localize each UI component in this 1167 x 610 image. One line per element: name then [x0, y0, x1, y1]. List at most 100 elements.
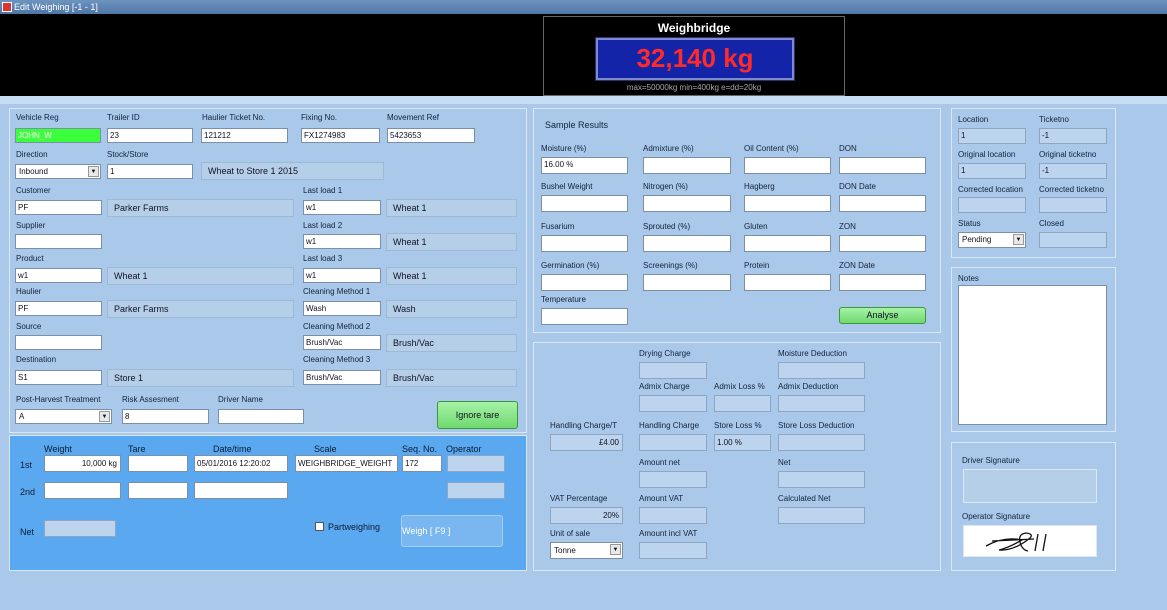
amount-vat-field	[639, 507, 707, 524]
weighbridge-value: 32,140 kg	[636, 43, 754, 73]
trailer-id-input[interactable]: 23	[107, 128, 193, 143]
unit-of-sale-select[interactable]: Tonne ▼	[550, 542, 623, 559]
nitrogen-label: Nitrogen (%)	[643, 182, 688, 191]
clean3-input[interactable]: Brush/Vac	[303, 370, 381, 385]
last-load3-input[interactable]: w1	[303, 268, 381, 283]
don-date-input[interactable]	[839, 195, 926, 212]
weighbridge-spec: max=50000kg min=400kg e=dd=20kg	[626, 83, 762, 92]
hagberg-input[interactable]	[744, 195, 831, 212]
admix-loss-label: Admix Loss %	[714, 382, 765, 391]
source-input[interactable]	[15, 335, 102, 350]
weigh-button[interactable]: Weigh [ F9 ]	[401, 515, 503, 547]
amount-incl-vat-field	[639, 542, 707, 559]
first-operator-field	[447, 455, 505, 472]
customer-input[interactable]: PF	[15, 200, 102, 215]
driver-name-input[interactable]	[218, 409, 304, 424]
sprouted-input[interactable]	[643, 235, 731, 252]
nitrogen-input[interactable]	[643, 195, 731, 212]
status-select[interactable]: Pending ▼	[958, 232, 1026, 248]
germination-input[interactable]	[541, 274, 628, 291]
temperature-input[interactable]	[541, 308, 628, 325]
haulier-input[interactable]: PF	[15, 301, 102, 316]
temperature-label: Temperature	[541, 295, 586, 304]
separator-bar	[0, 96, 1167, 104]
zon-label: ZON	[839, 222, 856, 231]
zon-input[interactable]	[839, 235, 926, 252]
last-load2-label: Last load 2	[303, 221, 343, 230]
don-input[interactable]	[839, 157, 926, 174]
last-load2-input[interactable]: w1	[303, 234, 381, 249]
notes-textarea[interactable]	[958, 285, 1107, 425]
bushel-weight-input[interactable]	[541, 195, 628, 212]
second-weight-field[interactable]	[44, 482, 121, 499]
chevron-down-icon[interactable]: ▼	[99, 411, 110, 422]
datetime-header: Date/time	[213, 444, 252, 454]
admixture-input[interactable]	[643, 157, 731, 174]
status-value: Pending	[962, 235, 992, 244]
pht-label: Post-Harvest Treatment	[16, 395, 101, 404]
handling-charge-field	[639, 434, 707, 451]
first-scale-field[interactable]: WEIGHBRIDGE_WEIGHT	[295, 455, 398, 472]
original-ticketno-field: -1	[1039, 163, 1107, 179]
admixture-label: Admixture (%)	[643, 144, 694, 153]
net-weight-field	[44, 520, 116, 537]
last-load3-desc: Wheat 1	[386, 267, 517, 285]
first-weight-field[interactable]: 10,000 kg	[44, 455, 121, 472]
partweighing-checkbox[interactable]	[315, 522, 324, 531]
clean1-input[interactable]: Wash	[303, 301, 381, 316]
moisture-input[interactable]: 16.00 %	[541, 157, 628, 174]
ticketno-field: -1	[1039, 128, 1107, 144]
germination-label: Germination (%)	[541, 261, 600, 270]
second-datetime-field[interactable]	[194, 482, 288, 499]
chevron-down-icon[interactable]: ▼	[88, 166, 99, 177]
vehicle-reg-input[interactable]: JOHN_W	[15, 128, 101, 143]
haulier-ticket-label: Haulier Ticket No.	[202, 113, 266, 122]
direction-select[interactable]: Inbound ▼	[15, 164, 101, 179]
first-tare-field[interactable]	[128, 455, 188, 472]
haulier-ticket-input[interactable]: 121212	[201, 128, 288, 143]
window-title: Edit Weighing [-1 - 1]	[14, 2, 98, 12]
screenings-label: Screenings (%)	[643, 261, 698, 270]
destination-input[interactable]: S1	[15, 370, 102, 385]
last-load1-input[interactable]: w1	[303, 200, 381, 215]
movement-ref-label: Movement Ref	[387, 113, 440, 122]
zon-date-input[interactable]	[839, 274, 926, 291]
first-seq-field[interactable]: 172	[402, 455, 442, 472]
second-operator-field	[447, 482, 505, 499]
unit-of-sale-value: Tonne	[554, 546, 576, 555]
product-label: Product	[16, 254, 44, 263]
fixing-no-input[interactable]: FX1274983	[301, 128, 380, 143]
driver-signature-box[interactable]	[963, 469, 1097, 503]
corrected-location-field	[958, 197, 1026, 213]
clean2-input[interactable]: Brush/Vac	[303, 335, 381, 350]
product-input[interactable]: w1	[15, 268, 102, 283]
screenings-input[interactable]	[643, 274, 731, 291]
stock-store-input[interactable]: 1	[107, 164, 193, 179]
moisture-label: Moisture (%)	[541, 144, 587, 153]
supplier-input[interactable]	[15, 234, 102, 249]
don-label: DON	[839, 144, 857, 153]
movement-ref-input[interactable]: 5423653	[387, 128, 475, 143]
clean2-label: Cleaning Method 2	[303, 322, 371, 331]
analyse-button[interactable]: Analyse	[839, 307, 926, 324]
moisture-deduction-field	[778, 362, 865, 379]
first-datetime-field[interactable]: 05/01/2016 12:20:02	[194, 455, 288, 472]
window-titlebar: Edit Weighing [-1 - 1]	[0, 0, 1167, 14]
risk-input[interactable]: 8	[122, 409, 209, 424]
second-tare-field[interactable]	[128, 482, 188, 499]
fusarium-input[interactable]	[541, 235, 628, 252]
protein-label: Protein	[744, 261, 770, 270]
original-ticketno-label: Original ticketno	[1039, 150, 1097, 159]
chevron-down-icon[interactable]: ▼	[1013, 234, 1024, 245]
protein-input[interactable]	[744, 274, 831, 291]
ignore-tare-button[interactable]: Ignore tare	[437, 401, 518, 429]
trailer-id-label: Trailer ID	[107, 113, 140, 122]
chevron-down-icon[interactable]: ▼	[610, 544, 621, 555]
oil-content-input[interactable]	[744, 157, 831, 174]
vehicle-reg-label: Vehicle Reg	[16, 113, 59, 122]
operator-signature-box[interactable]	[963, 525, 1097, 557]
pht-select[interactable]: A ▼	[15, 409, 112, 424]
amount-incl-vat-label: Amount incl VAT	[639, 529, 698, 538]
charges-net-label: Net	[778, 458, 791, 467]
gluten-input[interactable]	[744, 235, 831, 252]
